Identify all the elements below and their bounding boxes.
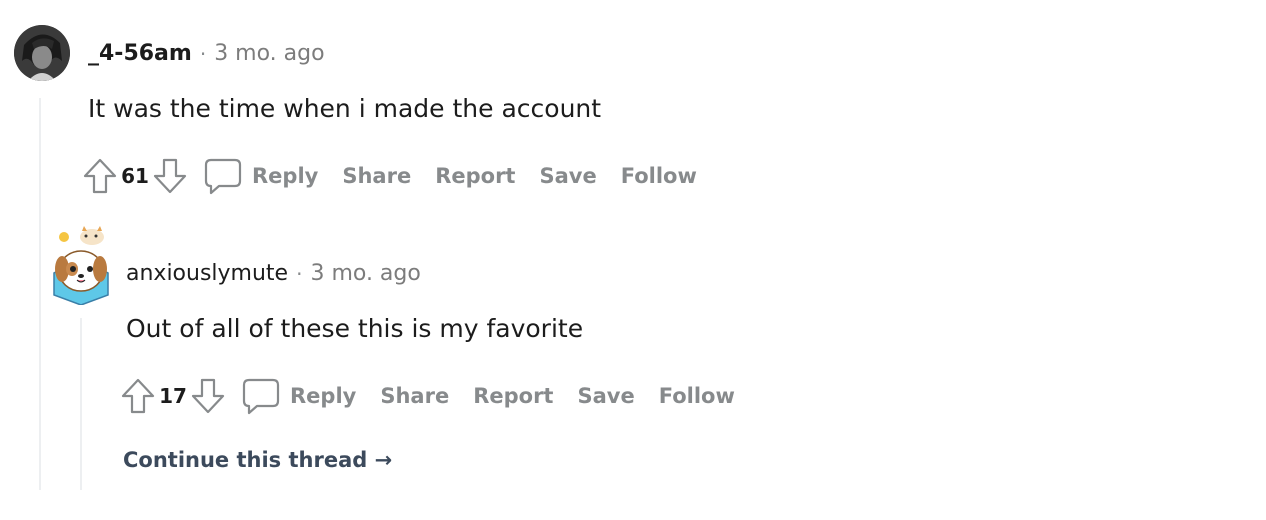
dog-avatar-image [53,226,109,306]
save-button[interactable]: Save [539,164,596,188]
comment-author[interactable]: _4-56am [88,40,192,68]
downvote-arrow-icon [191,378,225,414]
reply-timestamp[interactable]: 3 mo. ago [310,260,420,288]
continue-thread-link[interactable]: Continue this thread → [123,448,392,472]
comment-thread: _4-56am · 3 mo. ago It was the time when… [0,0,1266,520]
comment-bubble-icon [204,158,242,195]
comment-body: It was the time when i made the account [88,94,602,123]
thread-line[interactable] [39,98,41,490]
downvote-arrow-icon [153,158,187,194]
avatar[interactable] [50,225,112,306]
comment-header: _4-56am · 3 mo. ago [88,40,325,68]
comment-actions: 61 Reply Share Report Save Follow [80,156,709,196]
report-button[interactable]: Report [473,384,553,408]
comment-timestamp[interactable]: 3 mo. ago [214,40,324,68]
reply-button[interactable]: Reply [290,384,356,408]
upvote-button[interactable] [80,156,120,196]
share-button[interactable]: Share [380,384,449,408]
vote-score: 61 [121,164,149,188]
upvote-button[interactable] [118,376,158,416]
reply-author[interactable]: anxiouslymute [126,260,288,288]
downvote-button[interactable] [150,156,190,196]
upvote-arrow-icon [121,378,155,414]
follow-button[interactable]: Follow [621,164,697,188]
report-button[interactable]: Report [435,164,515,188]
upvote-arrow-icon [83,158,117,194]
reply-body: Out of all of these this is my favorite [126,314,584,343]
downvote-button[interactable] [188,376,228,416]
reply-button-icon[interactable] [202,156,244,196]
thread-line[interactable] [80,318,82,490]
save-button[interactable]: Save [577,384,634,408]
avatar-image [14,25,70,81]
vote-score: 17 [159,384,187,408]
reply-header: anxiouslymute · 3 mo. ago [126,260,421,288]
reply-button-icon[interactable] [240,376,282,416]
reply-button[interactable]: Reply [252,164,318,188]
separator-dot: · [199,42,207,66]
separator-dot: · [296,262,303,286]
share-button[interactable]: Share [342,164,411,188]
avatar[interactable] [14,25,70,81]
follow-button[interactable]: Follow [659,384,735,408]
reply-actions: 17 Reply Share Report Save Follow [118,376,747,416]
comment-bubble-icon [242,378,280,415]
